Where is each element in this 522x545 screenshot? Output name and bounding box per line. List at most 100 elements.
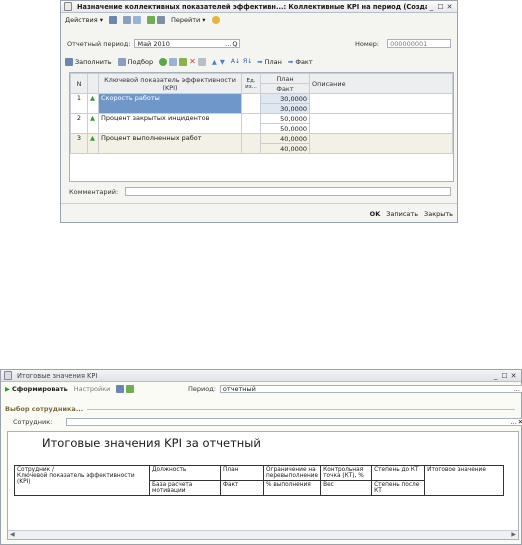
actions-menu[interactable]: Действия ▾ xyxy=(65,16,103,24)
arrow-right-icon: ➡ xyxy=(287,57,294,66)
fact-button[interactable]: ➡ Факт xyxy=(288,58,313,66)
copy-row-icon[interactable] xyxy=(169,57,178,66)
select-button[interactable]: ... xyxy=(225,40,231,48)
report-title: Итоговые значения KPI за отчетный xyxy=(42,436,261,450)
select-button[interactable]: ... xyxy=(514,385,520,393)
kpi-unit[interactable] xyxy=(241,133,261,154)
print-report-icon[interactable] xyxy=(126,385,135,393)
close-button[interactable]: ✕ xyxy=(509,372,518,380)
kpi-unit[interactable] xyxy=(241,113,261,134)
copy-icon[interactable] xyxy=(132,16,141,24)
plan-value[interactable]: 40,0000 xyxy=(260,133,310,144)
settings-button[interactable]: Настройки xyxy=(74,385,111,393)
document-icon xyxy=(64,2,72,11)
move-down-icon[interactable]: ▼ xyxy=(220,58,225,66)
comment-field[interactable] xyxy=(125,187,452,196)
maximize-button[interactable]: ☐ xyxy=(436,3,445,11)
minimize-button[interactable]: _ xyxy=(491,372,500,380)
table-row[interactable]: 3 ▲ Процент выполненных работ 40,0000 xyxy=(70,133,453,154)
kpi-table-container: N Ключевой показатель эффективности (KPI… xyxy=(69,72,454,182)
clear-icon[interactable]: ✕ xyxy=(518,418,522,426)
maximize-button[interactable]: ☐ xyxy=(500,372,509,380)
delete-icon[interactable]: ✕ xyxy=(189,57,196,66)
col-fact[interactable]: Факт xyxy=(260,83,310,94)
ok-button[interactable]: OK xyxy=(370,210,381,218)
plan-button[interactable]: ➡ План xyxy=(257,58,282,66)
horizontal-scrollbar[interactable]: ◀ ▶ xyxy=(8,530,518,539)
header-checkpoint: Контрольная точка (КТ), % xyxy=(320,465,373,481)
window-title: Итоговые значения KPI xyxy=(17,371,98,380)
period-label: Отчетный период: xyxy=(67,39,131,48)
kpi-item-icon: ▲ xyxy=(87,133,99,154)
col-unit[interactable]: Ед. из... xyxy=(241,73,261,94)
employee-field[interactable]: ... ✕ Q xyxy=(66,418,522,426)
row-number: 1 xyxy=(70,93,88,114)
minimize-button[interactable]: _ xyxy=(427,3,436,11)
list-icon[interactable] xyxy=(122,16,131,24)
col-kpi[interactable]: Ключевой показатель эффективности (KPI) xyxy=(98,73,242,94)
sort-desc-icon[interactable]: Я↓ xyxy=(243,58,252,65)
select-button[interactable]: ... xyxy=(511,418,517,426)
header-base: База расчета мотивации xyxy=(149,480,221,496)
select-button[interactable]: Подбор xyxy=(117,57,153,66)
kpi-description[interactable] xyxy=(309,113,453,134)
employee-group-title[interactable]: Выбор сотрудника... xyxy=(5,405,83,413)
header-percent: % выполнения xyxy=(262,480,322,496)
search-icon[interactable]: Q xyxy=(232,40,237,48)
kpi-unit[interactable] xyxy=(241,93,261,114)
kpi-description[interactable] xyxy=(309,93,453,114)
fill-icon xyxy=(65,57,73,66)
period-field[interactable]: Май 2010 ... Q xyxy=(134,39,241,48)
fill-button[interactable]: Заполнить xyxy=(65,57,112,66)
col-icon xyxy=(87,73,99,94)
fact-value[interactable]: 30,0000 xyxy=(260,103,310,114)
help-icon[interactable] xyxy=(211,16,220,24)
col-n[interactable]: N xyxy=(70,73,88,94)
post-icon[interactable] xyxy=(146,16,155,24)
fact-value[interactable]: 50,0000 xyxy=(260,123,310,134)
scroll-left-icon[interactable]: ◀ xyxy=(10,531,15,538)
kpi-name[interactable]: Процент закрытых инцидентов xyxy=(98,113,242,134)
play-icon: ▶ xyxy=(5,385,10,393)
table-row[interactable]: 2 ▲ Процент закрытых инцидентов 50,0000 xyxy=(70,113,453,134)
number-label: Номер: xyxy=(355,39,380,48)
window-title: Назначение коллективных показателей эффе… xyxy=(77,2,427,11)
edit-icon[interactable] xyxy=(179,57,188,66)
move-up-icon[interactable]: ▲ xyxy=(212,58,217,66)
close-form-button[interactable]: Закрыть xyxy=(424,210,453,218)
kpi-name[interactable]: Скорость работы xyxy=(98,93,242,114)
print-icon[interactable] xyxy=(156,16,165,24)
period-field[interactable]: отчетный ... xyxy=(219,385,522,393)
goto-menu[interactable]: Перейти ▾ xyxy=(171,16,206,24)
generate-button[interactable]: ▶ Сформировать xyxy=(5,385,68,393)
select-icon xyxy=(117,57,126,66)
col-description[interactable]: Описание xyxy=(309,73,453,94)
report-icon xyxy=(4,371,12,380)
plan-value[interactable]: 30,0000 xyxy=(260,93,310,104)
number-value: 000000001 xyxy=(390,39,428,48)
employee-row: Сотрудник: ... ✕ Q xyxy=(13,418,522,426)
header-degree-after: Степень после КТ xyxy=(371,480,426,496)
report-table: Сотрудник / Ключевой показатель эффективн… xyxy=(14,465,504,496)
table-row[interactable]: 1 ▲ Скорость работы 30,0000 xyxy=(70,93,453,114)
header-employee: Сотрудник / Ключевой показатель эффективн… xyxy=(14,465,150,496)
header-fact: Факт xyxy=(220,480,264,496)
close-button[interactable]: ✕ xyxy=(445,3,454,11)
kpi-assignment-window: Назначение коллективных показателей эффе… xyxy=(60,0,458,223)
sort-asc-icon[interactable]: A↓ xyxy=(231,58,240,65)
plan-value[interactable]: 50,0000 xyxy=(260,113,310,124)
scroll-right-icon[interactable]: ▶ xyxy=(511,531,516,538)
kpi-report-window: Итоговые значения KPI _ ☐ ✕ ▶ Сформирова… xyxy=(0,369,522,545)
report-spreadsheet[interactable]: Итоговые значения KPI за отчетный Сотруд… xyxy=(7,431,519,540)
save-button[interactable]: Записать xyxy=(386,210,418,218)
number-field[interactable]: 000000001 xyxy=(387,39,452,48)
col-plan[interactable]: План xyxy=(260,73,310,84)
employee-label: Сотрудник: xyxy=(13,418,53,426)
fact-value[interactable]: 40,0000 xyxy=(260,143,310,154)
save-report-icon[interactable] xyxy=(116,385,125,393)
add-icon[interactable] xyxy=(159,57,168,66)
end-edit-icon[interactable] xyxy=(197,57,206,66)
save-icon[interactable] xyxy=(108,16,117,24)
kpi-name[interactable]: Процент выполненных работ xyxy=(98,133,242,154)
kpi-description[interactable] xyxy=(309,133,453,154)
